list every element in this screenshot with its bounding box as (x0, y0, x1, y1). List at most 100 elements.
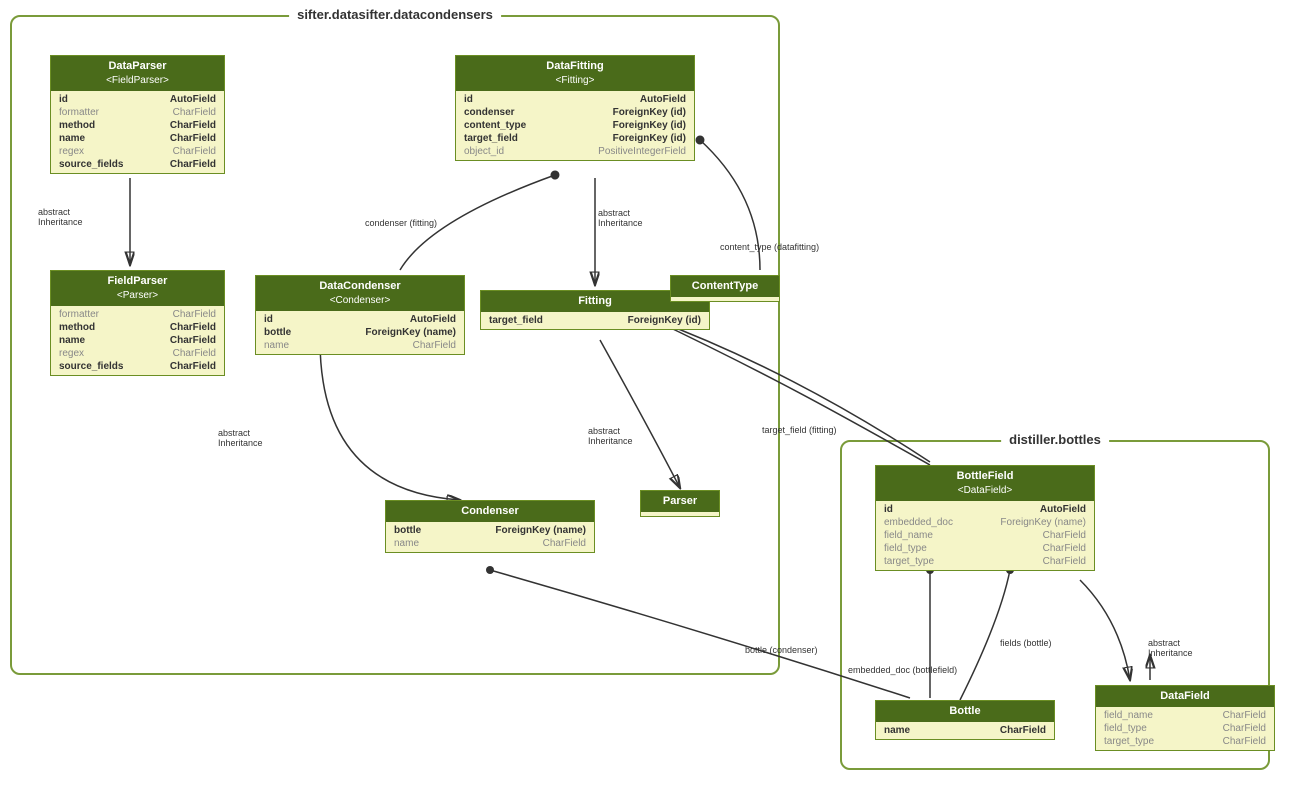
group-main-label: sifter.datasifter.datacondensers (289, 7, 501, 22)
field-type: CharField (543, 538, 586, 549)
field-name: field_name (1104, 710, 1153, 721)
table-row: embedded_doc ForeignKey (name) (876, 516, 1094, 529)
label-abstract-inheritance-3: abstractInheritance (218, 428, 263, 448)
table-row: field_name CharField (876, 529, 1094, 542)
field-name: field_type (884, 543, 927, 554)
field-type: CharField (1223, 710, 1266, 721)
field-type: CharField (1043, 530, 1086, 541)
entity-datacondenser-title: DataCondenser (262, 279, 458, 294)
label-abstract-inheritance-2: abstractInheritance (598, 208, 643, 228)
field-type: ForeignKey (id) (613, 107, 686, 118)
entity-fieldparser-header: FieldParser <Parser> (51, 271, 224, 306)
entity-fieldparser: FieldParser <Parser> formatter CharField… (50, 270, 225, 376)
field-name: id (59, 94, 68, 105)
field-name: bottle (394, 525, 421, 536)
field-name: source_fields (59, 361, 123, 372)
field-type: CharField (170, 322, 216, 333)
entity-bottlefield-subtitle: <DataField> (882, 484, 1088, 498)
label-abstract-inheritance-4: abstractInheritance (588, 426, 633, 446)
entity-datafitting-body: id AutoField condenser ForeignKey (id) c… (456, 91, 694, 160)
field-type: CharField (170, 335, 216, 346)
entity-parser-header: Parser (641, 491, 719, 512)
field-name: name (264, 340, 289, 351)
entity-datafield: DataField field_name CharField field_typ… (1095, 685, 1275, 751)
field-name: name (59, 335, 85, 346)
field-name: target_field (489, 315, 543, 326)
entity-parser: Parser (640, 490, 720, 517)
table-row: id AutoField (456, 93, 694, 106)
field-type: ForeignKey (name) (365, 327, 456, 338)
table-row: id AutoField (256, 313, 464, 326)
table-row: name CharField (51, 334, 224, 347)
entity-bottle: Bottle name CharField (875, 700, 1055, 740)
table-row: bottle ForeignKey (name) (256, 326, 464, 339)
entity-datafitting-header: DataFitting <Fitting> (456, 56, 694, 91)
field-type: PositiveIntegerField (598, 146, 686, 157)
field-name: id (884, 504, 893, 515)
entity-contenttype-body (671, 297, 779, 301)
entity-datafield-title: DataField (1102, 689, 1268, 704)
group-distiller-label: distiller.bottles (1001, 432, 1109, 447)
field-name: embedded_doc (884, 517, 953, 528)
entity-datafitting-title: DataFitting (462, 59, 688, 74)
field-name: name (884, 725, 910, 736)
field-type: CharField (413, 340, 456, 351)
entity-datacondenser-header: DataCondenser <Condenser> (256, 276, 464, 311)
field-type: ForeignKey (id) (613, 120, 686, 131)
field-type: CharField (1043, 556, 1086, 567)
field-type: CharField (173, 348, 216, 359)
label-bottle-condenser: bottle (condenser) (745, 645, 818, 655)
field-type: AutoField (170, 94, 216, 105)
field-type: ForeignKey (id) (613, 133, 686, 144)
entity-bottle-header: Bottle (876, 701, 1054, 722)
table-row: field_type CharField (876, 542, 1094, 555)
table-row: regex CharField (51, 347, 224, 360)
label-abstract-inheritance-5: abstractInheritance (1148, 638, 1193, 658)
label-abstract-inheritance-1: abstractInheritance (38, 207, 83, 227)
entity-dataparser-header: DataParser <FieldParser> (51, 56, 224, 91)
field-name: name (394, 538, 419, 549)
field-type: ForeignKey (id) (628, 315, 701, 326)
field-type: CharField (173, 146, 216, 157)
entity-datacondenser-subtitle: <Condenser> (262, 294, 458, 308)
field-type: AutoField (640, 94, 686, 105)
table-row: source_fields CharField (51, 158, 224, 171)
entity-bottlefield-title: BottleField (882, 469, 1088, 484)
field-type: CharField (170, 361, 216, 372)
field-name: name (59, 133, 85, 144)
entity-dataparser-title: DataParser (57, 59, 218, 74)
table-row: name CharField (876, 724, 1054, 737)
field-name: formatter (59, 309, 99, 320)
entity-bottlefield: BottleField <DataField> id AutoField emb… (875, 465, 1095, 571)
table-row: object_id PositiveIntegerField (456, 145, 694, 158)
field-name: content_type (464, 120, 526, 131)
table-row: target_field ForeignKey (id) (481, 314, 709, 327)
field-name: formatter (59, 107, 99, 118)
table-row: id AutoField (876, 503, 1094, 516)
field-name: method (59, 322, 95, 333)
field-name: method (59, 120, 95, 131)
field-type: CharField (1043, 543, 1086, 554)
entity-fitting-body: target_field ForeignKey (id) (481, 312, 709, 329)
field-name: id (264, 314, 273, 325)
label-condenser-fitting: condenser (fitting) (365, 218, 437, 228)
entity-contenttype-header: ContentType (671, 276, 779, 297)
entity-dataparser-body: id AutoField formatter CharField method … (51, 91, 224, 173)
table-row: method CharField (51, 321, 224, 334)
field-type: CharField (1223, 723, 1266, 734)
label-content-type: content_type (datafitting) (720, 242, 819, 252)
field-type: ForeignKey (name) (495, 525, 586, 536)
entity-bottlefield-body: id AutoField embedded_doc ForeignKey (na… (876, 501, 1094, 570)
field-name: id (464, 94, 473, 105)
field-name: field_type (1104, 723, 1147, 734)
field-name: target_type (884, 556, 934, 567)
table-row: regex CharField (51, 145, 224, 158)
field-type: AutoField (410, 314, 456, 325)
entity-fieldparser-title: FieldParser (57, 274, 218, 289)
table-row: field_type CharField (1096, 722, 1274, 735)
label-target-field-fitting: target_field (fitting) (762, 425, 837, 435)
table-row: name CharField (256, 339, 464, 352)
entity-condenser-header: Condenser (386, 501, 594, 522)
entity-condenser: Condenser bottle ForeignKey (name) name … (385, 500, 595, 553)
entity-condenser-title: Condenser (392, 504, 588, 519)
